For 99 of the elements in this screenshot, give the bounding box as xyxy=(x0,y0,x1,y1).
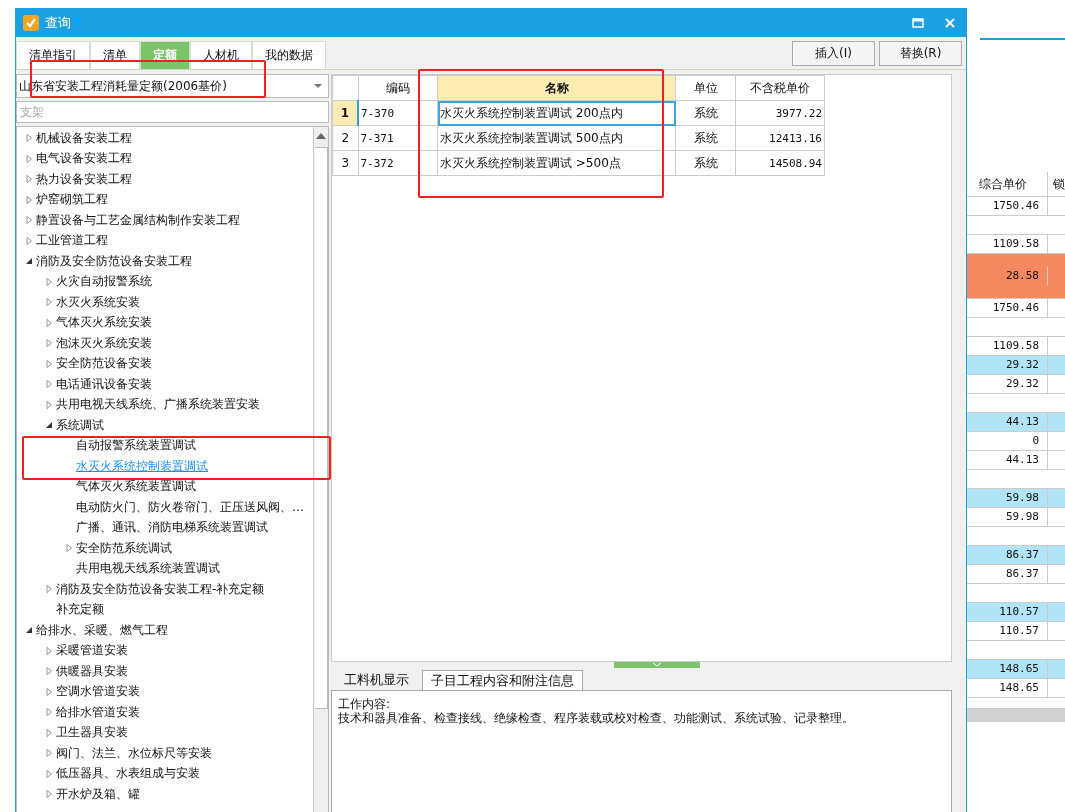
table-cell: 系统 xyxy=(675,100,736,126)
tree-item[interactable]: 火灾自动报警系统 xyxy=(56,273,152,291)
tree-item[interactable]: 水灭火系统安装 xyxy=(56,293,140,311)
tree-item[interactable]: 卫生器具安装 xyxy=(56,724,128,742)
expand-arrow-icon[interactable] xyxy=(45,646,53,655)
table-cell: 7-372 xyxy=(358,150,438,176)
collapse-arrow-icon[interactable] xyxy=(45,421,53,430)
expand-arrow-icon[interactable] xyxy=(25,154,33,163)
table-cell: 12413.16 xyxy=(735,125,825,151)
column-header[interactable]: 编码 xyxy=(358,75,438,101)
expand-arrow-icon[interactable] xyxy=(45,339,53,348)
tree-item[interactable]: 消防及安全防范设备安装工程 xyxy=(36,252,192,270)
column-header[interactable]: 单位 xyxy=(675,75,736,101)
tree-item[interactable]: 水灭火系统控制装置调试 xyxy=(76,457,208,475)
expand-arrow-icon[interactable] xyxy=(65,544,73,553)
table-cell: 7-371 xyxy=(358,125,438,151)
library-dropdown[interactable]: 山东省安装工程消耗量定额(2006基价) xyxy=(16,74,329,98)
tree-item[interactable]: 热力设备安装工程 xyxy=(36,170,132,188)
tree-item[interactable]: 系统调试 xyxy=(56,416,104,434)
expand-arrow-icon[interactable] xyxy=(45,277,53,286)
tree-item[interactable]: 给排水管道安装 xyxy=(56,703,140,721)
search-field[interactable]: 支架 xyxy=(16,101,329,123)
expand-arrow-icon[interactable] xyxy=(25,236,33,245)
expand-arrow-icon[interactable] xyxy=(45,708,53,717)
tree-item[interactable]: 低压器具、水表组成与安装 xyxy=(56,765,200,783)
expand-arrow-icon[interactable] xyxy=(45,400,53,409)
row-number: 3 xyxy=(332,150,358,176)
scrollbar[interactable] xyxy=(313,127,328,812)
action-button[interactable]: 插入(I) xyxy=(792,41,875,66)
expand-arrow-icon[interactable] xyxy=(45,380,53,389)
collapse-arrow-icon[interactable] xyxy=(25,257,33,266)
tree-item[interactable]: 气体灭火系统装置调试 xyxy=(76,478,196,496)
table-cell: 水灭火系统控制装置调试 500点内 xyxy=(437,125,676,151)
tree-item[interactable]: 安全防范设备安装 xyxy=(56,355,152,373)
column-header[interactable]: 不含税单价 xyxy=(735,75,825,101)
expand-arrow-icon[interactable] xyxy=(25,195,33,204)
tab[interactable]: 人材机 xyxy=(190,41,252,69)
tab[interactable]: 我的数据 xyxy=(252,41,326,69)
table-cell: 水灭火系统控制装置调试 200点内 xyxy=(437,100,676,126)
tree-item[interactable]: 电动防火门、防火卷帘门、正压送风阀、… xyxy=(76,498,304,516)
column-header: 锁 xyxy=(1052,176,1065,193)
tab[interactable]: 清单指引 xyxy=(16,41,90,69)
column-header[interactable]: 名称 xyxy=(437,75,676,101)
splitter-handle[interactable] xyxy=(613,662,700,668)
tree-item[interactable]: 自动报警系统装置调试 xyxy=(76,437,196,455)
close-icon[interactable] xyxy=(944,17,956,29)
tree-item[interactable]: 补充定额 xyxy=(56,601,104,619)
tree-item[interactable]: 泡沫灭火系统安装 xyxy=(56,334,152,352)
window-title: 查询 xyxy=(45,14,71,32)
tree-item[interactable]: 开水炉及箱、罐 xyxy=(56,785,140,803)
expand-arrow-icon[interactable] xyxy=(45,749,53,758)
expand-arrow-icon[interactable] xyxy=(45,769,53,778)
scroll-up-icon[interactable] xyxy=(316,133,326,139)
expand-arrow-icon[interactable] xyxy=(45,298,53,307)
tree-item[interactable]: 空调水管道安装 xyxy=(56,683,140,701)
table-cell: 7-370 xyxy=(358,100,438,126)
caret-icon xyxy=(314,84,322,88)
expand-arrow-icon[interactable] xyxy=(25,216,33,225)
tree-item[interactable]: 炉窑砌筑工程 xyxy=(36,191,108,209)
content-heading: 工作内容: xyxy=(338,697,392,711)
maximize-icon[interactable] xyxy=(912,17,924,29)
tree-item[interactable]: 电话通讯设备安装 xyxy=(56,375,152,393)
collapse-arrow-icon[interactable] xyxy=(25,626,33,635)
row-number: 1 xyxy=(332,100,358,126)
tree-item[interactable]: 静置设备与工艺金属结构制作安装工程 xyxy=(36,211,240,229)
expand-arrow-icon[interactable] xyxy=(45,790,53,799)
tree-item[interactable]: 消防及安全防范设备安装工程-补充定额 xyxy=(56,580,265,598)
expand-arrow-icon[interactable] xyxy=(25,134,33,143)
expand-arrow-icon[interactable] xyxy=(45,585,53,594)
table-cell: 14508.94 xyxy=(735,150,825,176)
table-cell: 水灭火系统控制装置调试 >500点 xyxy=(437,150,676,176)
tab[interactable]: 工料机显示 xyxy=(335,670,418,690)
tree-item[interactable]: 供暖器具安装 xyxy=(56,662,128,680)
expand-arrow-icon[interactable] xyxy=(45,687,53,696)
tree-item[interactable]: 工业管道工程 xyxy=(36,232,108,250)
tab[interactable]: 子目工程内容和附注信息 xyxy=(422,670,583,690)
expand-arrow-icon[interactable] xyxy=(45,667,53,676)
app-icon xyxy=(23,15,39,31)
tree-item[interactable]: 安全防范系统调试 xyxy=(76,539,172,557)
content-text: 技术和器具准备、检查接线、绝缘检查、程序装载或校对检查、功能测试、系统试验、记录整理。 xyxy=(338,711,855,725)
tree-item[interactable]: 采暖管道安装 xyxy=(56,642,128,660)
expand-arrow-icon[interactable] xyxy=(45,318,53,327)
expand-arrow-icon[interactable] xyxy=(25,175,33,184)
tree-item[interactable]: 广播、通讯、消防电梯系统装置调试 xyxy=(76,519,268,537)
tree-item[interactable]: 电气设备安装工程 xyxy=(36,150,132,168)
tab[interactable]: 清单 xyxy=(90,41,140,69)
tree-item[interactable]: 机械设备安装工程 xyxy=(36,129,132,147)
tree-item[interactable]: 共用电视天线系统装置调试 xyxy=(76,560,220,578)
expand-arrow-icon[interactable] xyxy=(45,728,53,737)
row-number: 2 xyxy=(332,125,358,151)
table-cell: 系统 xyxy=(675,125,736,151)
expand-arrow-icon[interactable] xyxy=(45,359,53,368)
action-button[interactable]: 替换(R) xyxy=(879,41,962,66)
tree-item[interactable]: 给排水、采暖、燃气工程 xyxy=(36,621,168,639)
table-cell: 系统 xyxy=(675,150,736,176)
table-cell: 3977.22 xyxy=(735,100,825,126)
tree-item[interactable]: 阀门、法兰、水位标尺等安装 xyxy=(56,744,212,762)
tree-item[interactable]: 气体灭火系统安装 xyxy=(56,314,152,332)
tree-item[interactable]: 共用电视天线系统、广播系统装置安装 xyxy=(56,396,260,414)
